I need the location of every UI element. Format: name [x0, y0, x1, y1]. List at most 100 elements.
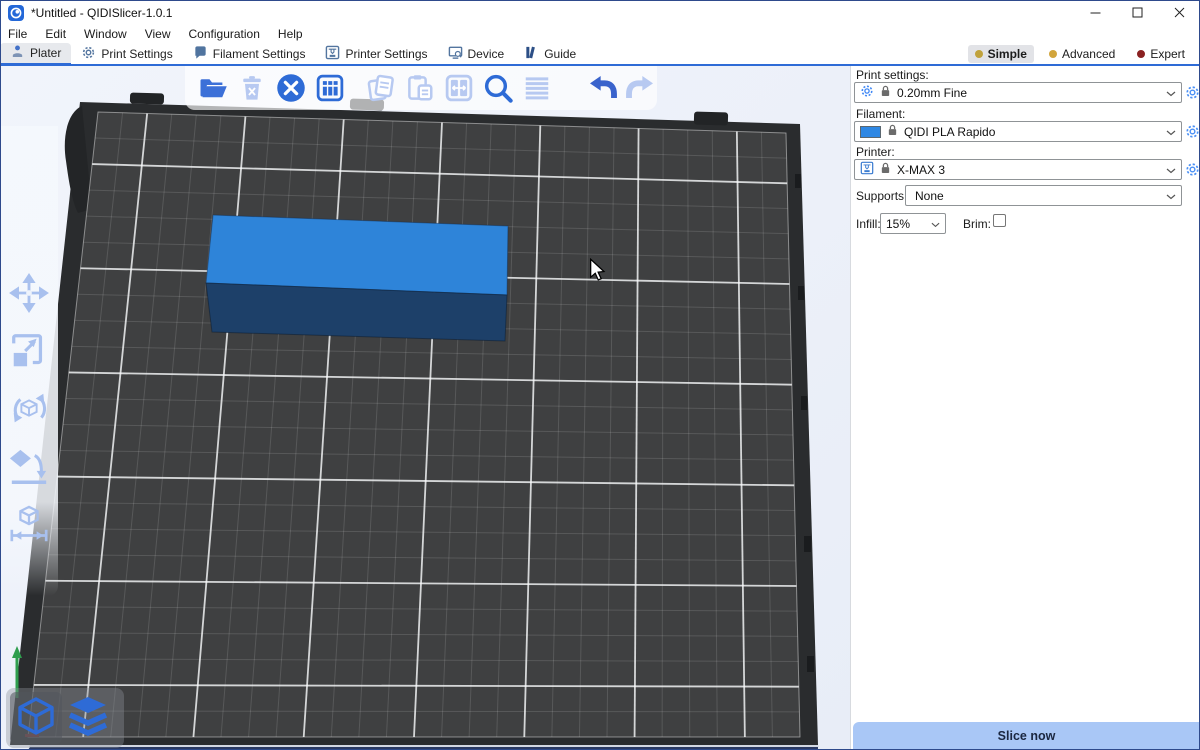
view-toggle-group: [6, 688, 124, 748]
3d-view-icon: [14, 694, 58, 743]
open-icon[interactable]: [197, 72, 229, 104]
mode-advanced[interactable]: Advanced: [1042, 45, 1122, 63]
viewport-3d[interactable]: [0, 66, 850, 750]
printer-label: Printer:: [856, 145, 895, 159]
tab-filament-settings[interactable]: Filament Settings: [183, 43, 316, 64]
mode-selector: Simple Advanced Expert: [968, 43, 1200, 64]
maximize-button[interactable]: [1116, 0, 1158, 25]
mode-simple-label: Simple: [988, 47, 1027, 61]
infill-select[interactable]: 15%: [880, 213, 946, 234]
mode-expert-label: Expert: [1150, 47, 1185, 61]
menu-view[interactable]: View: [136, 27, 180, 41]
simple-dot-icon: [975, 50, 983, 58]
split-icon: [443, 72, 475, 104]
menu-help[interactable]: Help: [269, 27, 312, 41]
gizmo-toolbar: [0, 126, 58, 596]
device-icon: [448, 45, 463, 63]
title-bar: *Untitled - QIDISlicer-1.0.1: [0, 0, 1200, 25]
undo-icon[interactable]: [586, 72, 618, 104]
plater-icon: [10, 44, 25, 62]
gear-icon: [860, 84, 874, 101]
infill-label: Infill:: [856, 217, 881, 231]
close-button[interactable]: [1158, 0, 1200, 25]
menu-window[interactable]: Window: [75, 27, 136, 41]
tab-bar: Plater Print Settings Filament Settings …: [0, 43, 1200, 66]
chevron-down-icon: [931, 217, 940, 231]
app-logo-icon: [8, 5, 24, 21]
minimize-button[interactable]: [1074, 0, 1116, 25]
filament-icon: [193, 45, 208, 63]
slice-now-label: Slice now: [998, 729, 1056, 743]
print-settings-select[interactable]: 0.20mm Fine: [854, 82, 1182, 103]
chevron-down-icon: [1166, 163, 1176, 177]
lock-icon: [880, 162, 891, 177]
delete-all-icon[interactable]: [275, 72, 307, 104]
filament-color-swatch: [860, 126, 881, 138]
tab-printer-settings[interactable]: Printer Settings: [315, 43, 437, 64]
filament-select[interactable]: QIDI PLA Rapido: [854, 121, 1182, 142]
tab-plater[interactable]: Plater: [0, 43, 71, 66]
tab-print-settings[interactable]: Print Settings: [71, 43, 182, 64]
brim-checkbox[interactable]: [993, 214, 1006, 227]
tab-filament-settings-label: Filament Settings: [213, 47, 306, 61]
supports-label: Supports:: [856, 189, 907, 203]
layers-icon: [521, 72, 553, 104]
scale-icon: [7, 329, 51, 373]
menu-configuration[interactable]: Configuration: [180, 27, 269, 41]
tab-printer-settings-label: Printer Settings: [345, 47, 427, 61]
chevron-down-icon: [1166, 189, 1176, 203]
infill-value: 15%: [886, 217, 925, 231]
3d-view-button[interactable]: [10, 692, 62, 744]
printer-value: X-MAX 3: [897, 163, 1160, 177]
brim-label: Brim:: [963, 217, 991, 231]
supports-value: None: [911, 189, 1160, 203]
tab-guide[interactable]: Guide: [514, 43, 586, 64]
expert-dot-icon: [1137, 50, 1145, 58]
preview-button[interactable]: [62, 692, 114, 744]
lock-icon: [887, 124, 898, 139]
menu-file[interactable]: File: [0, 27, 36, 41]
place-on-face-icon: [7, 445, 51, 489]
arrange-icon[interactable]: [314, 72, 346, 104]
printer-select[interactable]: X-MAX 3: [854, 159, 1182, 180]
filament-label: Filament:: [856, 107, 905, 121]
main-toolbar: [185, 66, 657, 110]
menu-bar: File Edit Window View Configuration Help: [0, 25, 1200, 43]
advanced-dot-icon: [1049, 50, 1057, 58]
mode-expert[interactable]: Expert: [1130, 45, 1192, 63]
redo-icon: [625, 72, 657, 104]
print-settings-value: 0.20mm Fine: [897, 86, 1160, 100]
printer-icon: [325, 45, 340, 63]
model-object: [206, 215, 508, 341]
move-icon: [7, 271, 51, 315]
mode-simple[interactable]: Simple: [968, 45, 1034, 63]
rotate-icon: [7, 387, 51, 431]
print-settings-gear-button[interactable]: [1185, 85, 1200, 100]
search-icon[interactable]: [482, 72, 514, 104]
tab-guide-label: Guide: [544, 47, 576, 61]
settings-panel: Print settings: 0.20mm Fine Filament: QI…: [850, 66, 1200, 750]
chevron-down-icon: [1166, 86, 1176, 100]
supports-select[interactable]: None: [905, 185, 1182, 206]
printer-icon: [860, 161, 874, 178]
paste-icon: [404, 72, 436, 104]
tab-plater-label: Plater: [30, 46, 61, 60]
mouse-cursor: [588, 258, 606, 287]
print-settings-label: Print settings:: [856, 68, 929, 82]
slice-now-button[interactable]: Slice now: [853, 722, 1200, 750]
measure-icon: [7, 503, 51, 547]
gear-icon: [81, 45, 96, 63]
delete-icon: [236, 72, 268, 104]
copy-icon: [365, 72, 397, 104]
filament-value: QIDI PLA Rapido: [904, 125, 1160, 139]
filament-gear-button[interactable]: [1185, 124, 1200, 139]
menu-edit[interactable]: Edit: [36, 27, 75, 41]
lock-icon: [880, 85, 891, 100]
tab-device[interactable]: Device: [438, 43, 515, 64]
guide-icon: [524, 45, 539, 63]
window-title: *Untitled - QIDISlicer-1.0.1: [31, 6, 172, 20]
chevron-down-icon: [1166, 125, 1176, 139]
print-bed: [0, 66, 850, 750]
mode-advanced-label: Advanced: [1062, 47, 1115, 61]
printer-gear-button[interactable]: [1185, 162, 1200, 177]
